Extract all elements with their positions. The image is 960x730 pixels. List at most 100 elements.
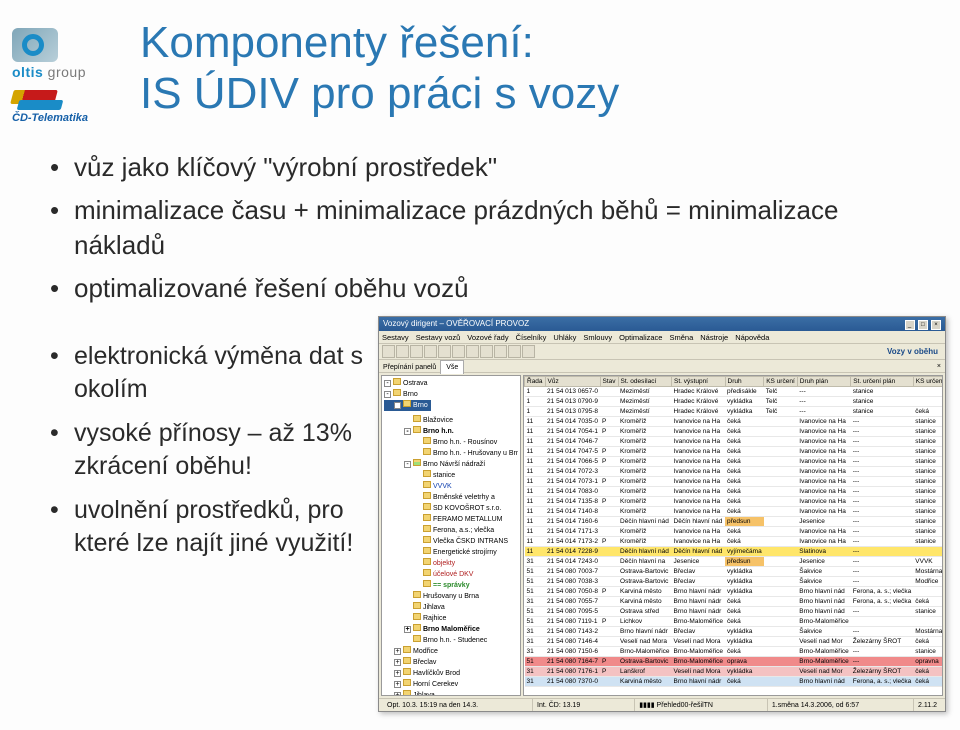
tree-node[interactable]: Brno h.n. - Rousínov (384, 437, 518, 448)
column-header[interactable]: Řada (525, 377, 546, 387)
table-row[interactable]: 5121 54 080 7164-7POstrava-BartovicBrno-… (525, 657, 944, 667)
table-row[interactable]: 121 54 013 0790-9MeziměstíHradec Králové… (525, 397, 944, 407)
menu-item[interactable]: Sestavy (382, 333, 409, 342)
menu-item[interactable]: Sestavy vozů (416, 333, 461, 342)
toolbar-button[interactable] (410, 345, 423, 358)
table-row[interactable]: 3121 54 080 7143-2Brno hlavní nádrBřecla… (525, 627, 944, 637)
grid-close-icon[interactable]: × (937, 360, 941, 373)
column-header[interactable]: Stav (600, 377, 618, 387)
table-row[interactable]: 5121 54 080 7119-1PLichkovBrno-Maloměřic… (525, 617, 944, 627)
expand-icon[interactable]: + (394, 648, 401, 655)
table-row[interactable]: 5121 54 080 7038-3Ostrava-BartovicBřecla… (525, 577, 944, 587)
tree-node[interactable]: +Modřice (384, 646, 518, 657)
table-row[interactable]: 1121 54 014 7140-8KroměřížIvanovice na H… (525, 507, 944, 517)
table-row[interactable]: 1121 54 014 7073-1PKroměřížIvanovice na … (525, 477, 944, 487)
column-header[interactable]: St. určení plán (851, 377, 914, 387)
minimize-icon[interactable]: _ (905, 320, 915, 330)
table-row[interactable]: 121 54 013 0795-8MeziměstíHradec Králové… (525, 407, 944, 417)
tree-node[interactable]: VVVK (384, 481, 518, 492)
table-row[interactable]: 3121 54 080 7150-6Brno-MaloměřiceBrno-Ma… (525, 647, 944, 657)
table-row[interactable]: 1121 54 014 7046-7KroměřížIvanovice na H… (525, 437, 944, 447)
tree-node[interactable]: Brněnské veletrhy a (384, 492, 518, 503)
column-header[interactable]: KS určení (764, 377, 798, 387)
tree-node[interactable]: +Horní Cerekev (384, 679, 518, 690)
table-row[interactable]: 3121 54 080 7146-4Veselí nad MoraVeselí … (525, 637, 944, 647)
tree-node[interactable]: Jihlava (384, 602, 518, 613)
toolbar-button[interactable] (508, 345, 521, 358)
table-row[interactable]: 1121 54 014 7047-5PKroměřížIvanovice na … (525, 447, 944, 457)
toolbar-button[interactable] (382, 345, 395, 358)
tree-node[interactable]: Rajhice (384, 613, 518, 624)
table-row[interactable]: 1121 54 014 7066-5PKroměřížIvanovice na … (525, 457, 944, 467)
expand-icon[interactable]: + (404, 626, 411, 633)
tree-node[interactable]: Brno h.n. - Studenec (384, 635, 518, 646)
column-header[interactable]: St. odesílací (618, 377, 672, 387)
tree-panel[interactable]: -Ostrava-Brno-BrnoBlažovice-Brno h.n.Brn… (381, 375, 521, 696)
toolbar-button[interactable] (522, 345, 535, 358)
table-row[interactable]: 3121 54 080 7176-1PLanškrofVeselí nad Mo… (525, 667, 944, 677)
tree-node[interactable]: Vlečka ČSKD INTRANS (384, 536, 518, 547)
tree-node[interactable]: +Brno Maloměřice (384, 624, 518, 635)
tree-node[interactable]: +Havlíčkův Brod (384, 668, 518, 679)
table-row[interactable]: 3121 54 080 7370-0Karviná městoBrno hlav… (525, 677, 944, 687)
column-header[interactable]: Vůz (545, 377, 600, 387)
table-row[interactable]: 1121 54 014 7173-2PKroměřížIvanovice na … (525, 537, 944, 547)
expand-icon[interactable]: - (394, 402, 401, 409)
menu-item[interactable]: Smlouvy (583, 333, 612, 342)
table-row[interactable]: 1121 54 014 7072-3KroměřížIvanovice na H… (525, 467, 944, 477)
table-row[interactable]: 1121 54 014 7160-6Děčín hlavní nádDěčín … (525, 517, 944, 527)
table-row[interactable]: 121 54 013 0657-0MeziměstíHradec Králové… (525, 387, 944, 397)
expand-icon[interactable]: - (384, 380, 391, 387)
table-row[interactable]: 1121 54 014 7054-1PKroměřížIvanovice na … (525, 427, 944, 437)
expand-icon[interactable]: - (404, 428, 411, 435)
close-icon[interactable]: × (931, 320, 941, 330)
column-header[interactable]: Druh (725, 377, 764, 387)
table-row[interactable]: 3121 54 014 7243-0Děčín hlavní naJesenic… (525, 557, 944, 567)
tree-node[interactable]: -Brno Návrší nádraží (384, 459, 518, 470)
toolbar-button[interactable] (396, 345, 409, 358)
switch-tab[interactable]: Vše (440, 360, 464, 374)
table-row[interactable]: 1121 54 014 7035-0PKroměřížIvanovice na … (525, 417, 944, 427)
column-header[interactable]: KS určení plán (913, 377, 943, 387)
expand-icon[interactable]: + (394, 681, 401, 688)
table-row[interactable]: 1121 54 014 7083-0KroměřížIvanovice na H… (525, 487, 944, 497)
tree-node[interactable]: účelové DKV (384, 569, 518, 580)
tree-node[interactable]: stanice (384, 470, 518, 481)
tree-node[interactable]: Hrušovany u Brna (384, 591, 518, 602)
table-row[interactable]: 5121 54 080 7050-8PKarviná městoBrno hla… (525, 587, 944, 597)
tree-node[interactable]: -Brno h.n. (384, 426, 518, 437)
column-header[interactable]: Druh plán (797, 377, 851, 387)
expand-icon[interactable]: + (394, 670, 401, 677)
expand-icon[interactable]: + (394, 659, 401, 666)
tree-node[interactable]: +Břeclav (384, 657, 518, 668)
table-row[interactable]: 1121 54 014 7171-3KroměřížIvanovice na H… (525, 527, 944, 537)
tree-node[interactable]: -Brno (384, 400, 431, 411)
table-row[interactable]: 3121 54 080 7055-7Karviná městoBrno hlav… (525, 597, 944, 607)
toolbar-button[interactable] (438, 345, 451, 358)
menu-item[interactable]: Nápověda (735, 333, 769, 342)
tree-node[interactable]: == správky (384, 580, 518, 591)
expand-icon[interactable]: - (384, 391, 391, 398)
menu-item[interactable]: Číselníky (516, 333, 547, 342)
tree-node[interactable]: -Brno (384, 389, 518, 400)
tree-node[interactable]: Blažovice (384, 415, 518, 426)
expand-icon[interactable]: - (404, 461, 411, 468)
tree-node[interactable]: +Jihlava (384, 690, 518, 696)
tree-node[interactable]: Energetické strojírny (384, 547, 518, 558)
table-row[interactable]: 5121 54 080 7095-5Ostrava středBrno hlav… (525, 607, 944, 617)
tree-node[interactable]: Brno h.n. - Hrušovany u Brna (384, 448, 518, 459)
tree-node[interactable]: objekty (384, 558, 518, 569)
table-row[interactable]: 1121 54 014 7135-8PKroměřížIvanovice na … (525, 497, 944, 507)
menu-item[interactable]: Uhláky (553, 333, 576, 342)
maximize-icon[interactable]: □ (918, 320, 928, 330)
toolbar-button[interactable] (494, 345, 507, 358)
toolbar-button[interactable] (424, 345, 437, 358)
tree-node[interactable]: SD KOVOŠROT s.r.o. (384, 503, 518, 514)
data-grid[interactable]: ŘadaVůzStavSt. odesílacíSt. výstupníDruh… (523, 375, 943, 696)
table-row[interactable]: 5121 54 080 7003-7Ostrava-BartovicBřecla… (525, 567, 944, 577)
menu-item[interactable]: Optimalizace (619, 333, 662, 342)
tree-node[interactable]: -Ostrava (384, 378, 518, 389)
expand-icon[interactable]: + (394, 692, 401, 696)
tree-node[interactable]: FERAMO METALLUM (384, 514, 518, 525)
toolbar-button[interactable] (466, 345, 479, 358)
